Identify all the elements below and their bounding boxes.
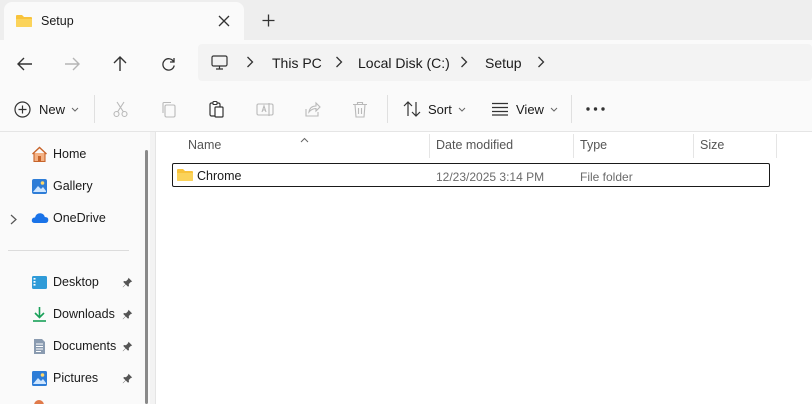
divider[interactable] [429,134,430,158]
breadcrumb-local-disk[interactable]: Local Disk (C:) [358,44,450,81]
file-name[interactable]: Chrome [197,169,241,183]
rename-icon [256,102,274,116]
table-row[interactable]: Chrome 12/23/2025 3:14 PM File folder [172,163,770,187]
sidebar-item-home[interactable]: Home [0,140,138,168]
sort-label: Sort [428,101,452,117]
divider [387,95,388,123]
file-list: Name Date modified Type Size Chrome 12/2… [156,132,812,404]
divider [94,95,95,123]
pin-icon[interactable] [122,340,133,355]
close-tab-icon[interactable] [210,8,238,34]
sort-ascending-icon [300,131,309,146]
sort-button[interactable]: Sort [403,95,466,123]
chevron-right-icon[interactable] [537,56,545,71]
sidebar-item-documents[interactable]: Documents [0,332,138,360]
divider[interactable] [776,134,777,158]
chevron-right-icon[interactable] [246,56,254,71]
tab-setup[interactable]: Setup [4,2,244,40]
forward-button[interactable] [56,48,88,80]
arrow-right-icon [65,57,80,71]
pin-icon[interactable] [122,276,133,291]
breadcrumb-this-pc[interactable]: This PC [272,44,322,81]
sidebar-item-label: Downloads [53,307,115,321]
paste-button[interactable] [208,95,225,123]
file-type: File folder [580,170,633,184]
column-header-date[interactable]: Date modified [436,132,513,158]
arrow-up-icon [113,56,127,71]
chevron-down-icon [458,107,466,112]
tab-strip: Setup [0,0,812,40]
pin-icon[interactable] [122,372,133,387]
chevron-right-icon[interactable] [335,56,343,71]
scissors-icon [113,101,128,117]
folder-icon [176,167,194,186]
sidebar-item-label: Documents [53,339,117,353]
home-icon [31,146,48,163]
chevron-down-icon [71,107,79,112]
document-icon [31,338,48,355]
command-bar: New Sort View [0,85,812,132]
column-header-name[interactable]: Name [188,132,221,158]
divider[interactable] [693,134,694,158]
sidebar-item-pictures[interactable]: Pictures [0,364,138,392]
tab-title: Setup [41,14,74,28]
chevron-down-icon [550,107,558,112]
sidebar-scrollbar[interactable] [145,150,148,404]
view-label: View [516,101,544,117]
pin-icon[interactable] [122,308,133,323]
new-tab-button[interactable] [254,7,282,33]
breadcrumb-setup[interactable]: Setup [485,44,522,81]
sidebar-item-downloads[interactable]: Downloads [0,300,138,328]
sidebar-item-label: OneDrive [53,211,106,225]
share-icon [305,101,321,117]
rename-button[interactable] [256,95,274,123]
divider [571,95,572,123]
sidebar-item-gallery[interactable]: Gallery [0,172,138,200]
sidebar-item-onedrive[interactable]: OneDrive [0,204,138,232]
gallery-icon [31,178,48,195]
copy-button[interactable] [160,95,177,123]
refresh-button[interactable] [152,48,184,80]
desktop-icon [31,274,48,291]
cut-button[interactable] [112,95,129,123]
share-button[interactable] [304,95,321,123]
back-button[interactable] [9,48,41,80]
divider[interactable] [573,134,574,158]
folder-icon [15,13,33,32]
cloud-icon [31,212,49,229]
clipboard-icon [209,100,224,118]
address-row: This PC Local Disk (C:) Setup [0,40,812,85]
music-icon [34,400,44,404]
view-button[interactable]: View [491,95,558,123]
view-lines-icon [492,102,508,116]
file-date: 12/23/2025 3:14 PM [436,170,545,184]
computer-icon [211,44,228,81]
navigation-pane: Home Gallery OneDrive Desktop Downloads [0,132,150,404]
new-button[interactable]: New [14,95,79,123]
new-label: New [39,101,66,117]
address-bar[interactable]: This PC Local Disk (C:) Setup [198,44,812,81]
delete-button[interactable] [352,95,368,123]
up-button[interactable] [104,48,136,80]
sidebar-item-label: Pictures [53,371,99,385]
ellipsis-icon [586,107,605,111]
column-header-size[interactable]: Size [700,132,724,158]
sort-icon [403,101,421,117]
more-options-button[interactable] [586,95,605,123]
sidebar-item-label: Desktop [53,275,99,289]
chevron-right-icon[interactable] [10,213,17,228]
copy-icon [162,101,176,118]
sidebar-item-desktop[interactable]: Desktop [0,268,138,296]
chevron-right-icon[interactable] [460,56,468,71]
download-icon [31,306,48,323]
refresh-icon [161,57,175,71]
sidebar-item-label: Gallery [53,179,93,193]
trash-icon [353,101,367,118]
divider [8,250,129,251]
column-header-type[interactable]: Type [580,132,607,158]
sidebar-item-label: Home [53,147,87,161]
pictures-icon [31,370,48,387]
plus-circle-icon [14,100,31,118]
arrow-left-icon [17,57,32,71]
